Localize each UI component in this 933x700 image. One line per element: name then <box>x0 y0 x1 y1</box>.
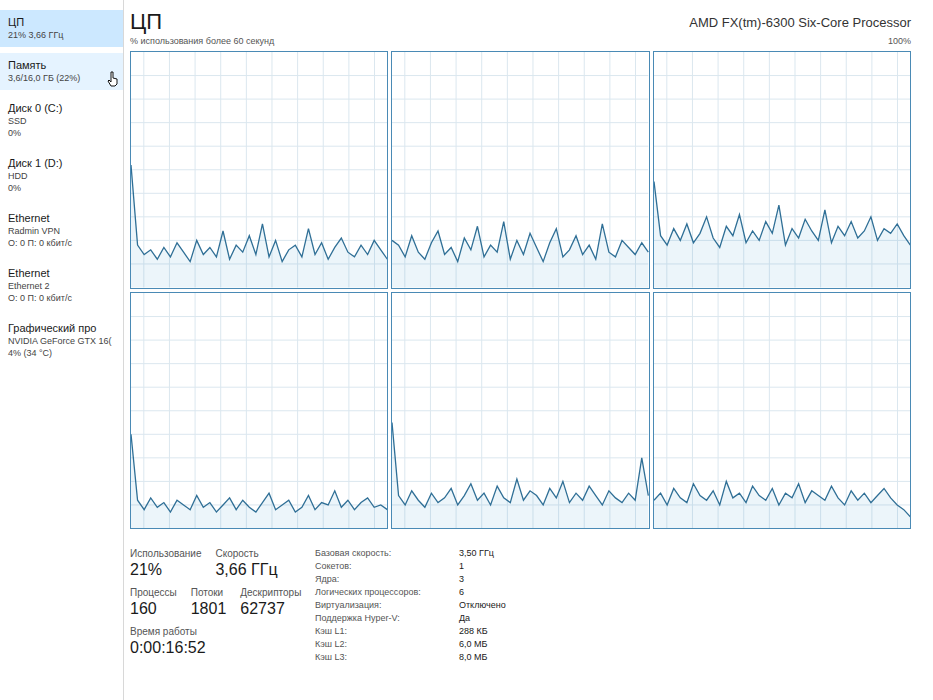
usage-line <box>392 422 648 507</box>
usage-area <box>654 182 910 288</box>
usage-line <box>654 481 910 516</box>
sidebar-item-detail: 0% <box>8 127 119 139</box>
sidebar-item-detail: 21% 3,66 ГГц <box>8 29 119 41</box>
core-charts <box>130 51 911 529</box>
stat: Дескрипторы62737 <box>240 586 301 619</box>
stats-values: Использование21% Скорость3,66 ГГц Процессы… <box>130 547 295 663</box>
sidebar-item-name: Диск 1 (D:) <box>8 156 119 170</box>
sidebar-item[interactable]: Диск 1 (D:)HDD0% <box>0 151 123 200</box>
sidebar-item-name: Память <box>8 58 119 72</box>
panel-title: ЦП <box>130 8 162 36</box>
spec-value: 288 КБ <box>459 625 506 637</box>
sidebar-item-detail: О: 0 П: 0 кбит/с <box>8 237 119 249</box>
specs-table: Базовая скорость: 3,50 ГГц Сокетов: 1 Ядра: 3… <box>315 547 506 663</box>
sidebar-item-name: Диск 0 (C:) <box>8 101 119 115</box>
sidebar-item-name: Ethernet <box>8 211 119 225</box>
core-chart <box>653 292 911 530</box>
core-chart <box>130 51 388 289</box>
spec-label: Поддержка Hyper-V: <box>315 612 445 624</box>
sidebar-item[interactable]: EthernetEthernet 2О: 0 П: 0 кбит/с <box>0 261 123 310</box>
sidebar-item-name: Графический про <box>8 321 119 335</box>
spec-label: Кэш L2: <box>315 638 445 650</box>
spec-value: 8,0 МБ <box>459 651 506 663</box>
stat: Использование21% <box>130 547 201 580</box>
panel-header: ЦП AMD FX(tm)-6300 Six-Core Processor <box>130 6 911 36</box>
sidebar-item-detail: Radmin VPN <box>8 225 119 237</box>
spec-value: 3,50 ГГц <box>459 547 506 559</box>
usage-area <box>131 165 387 287</box>
usage-line <box>131 165 387 262</box>
chart-max-label: 100% <box>888 36 911 49</box>
sidebar: ЦП21% 3,66 ГГц Память3,6/16,0 ГБ (22%) Дис… <box>0 0 124 700</box>
spec-value: Отключено <box>459 599 506 611</box>
sidebar-item[interactable]: Диск 0 (C:)SSD0% <box>0 96 123 145</box>
sidebar-item-detail: NVIDIA GeForce GTX 16( <box>8 335 119 347</box>
spec-label: Виртуализация: <box>315 599 445 611</box>
stat: Скорость3,66 ГГц <box>215 547 277 580</box>
sidebar-item[interactable]: ЦП21% 3,66 ГГц <box>0 10 123 47</box>
chart-caption-row: % использования более 60 секунд 100% <box>130 36 911 49</box>
sidebar-item-detail: 3,6/16,0 ГБ (22%) <box>8 72 119 84</box>
chart-grid <box>392 293 648 529</box>
spec-label: Сокетов: <box>315 560 445 572</box>
usage-area <box>392 222 648 288</box>
task-manager: ЦП21% 3,66 ГГцПамять3,6/16,0 ГБ (22%)Дис… <box>0 0 933 700</box>
chart-grid <box>654 293 910 529</box>
chart-grid <box>392 52 648 288</box>
sidebar-item-name: Ethernet <box>8 266 119 280</box>
core-chart <box>391 292 649 530</box>
usage-area <box>131 434 387 528</box>
chart-caption: % использования более 60 секунд <box>130 36 274 49</box>
usage-line <box>654 182 910 248</box>
stat: Процессы160 <box>130 586 177 619</box>
sidebar-item-detail: О: 0 П: 0 кбит/с <box>8 292 119 304</box>
sidebar-item[interactable]: Графический проNVIDIA GeForce GTX 16(4% … <box>0 316 123 365</box>
usage-line <box>392 222 648 262</box>
spec-label: Базовая скорость: <box>315 547 445 559</box>
spec-value: 1 <box>459 560 506 572</box>
cpu-panel: ЦПAMD FX(tm)-6300 Six-Core Processor% ис… <box>124 0 933 700</box>
stat: Потоки1801 <box>191 586 227 619</box>
core-chart <box>130 292 388 530</box>
spec-value: 6 <box>459 586 506 598</box>
spec-value: Да <box>459 612 506 624</box>
sidebar-item-detail: Ethernet 2 <box>8 280 119 292</box>
spec-value: 6,0 МБ <box>459 638 506 650</box>
sidebar-item-detail: SSD <box>8 115 119 127</box>
sidebar-item[interactable]: EthernetRadmin VPNО: 0 П: 0 кбит/с <box>0 206 123 255</box>
uptime-stat: Время работы0:00:16:52 <box>130 625 206 658</box>
spec-value: 3 <box>459 573 506 585</box>
chart-grid <box>131 52 387 288</box>
spec-label: Ядра: <box>315 573 445 585</box>
sidebar-item-detail: 0% <box>8 182 119 194</box>
chart-grid <box>131 293 387 529</box>
sidebar-item[interactable]: Память3,6/16,0 ГБ (22%) <box>0 53 123 90</box>
sidebar-item-detail: HDD <box>8 170 119 182</box>
sidebar-item-name: ЦП <box>8 15 119 29</box>
mouse-pointer-icon <box>107 71 119 87</box>
spec-label: Кэш L3: <box>315 651 445 663</box>
usage-area <box>392 422 648 528</box>
usage-area <box>654 481 910 528</box>
core-chart <box>391 51 649 289</box>
processor-name: AMD FX(tm)-6300 Six-Core Processor <box>689 15 911 36</box>
sidebar-item-detail: 4% (34 °C) <box>8 347 119 359</box>
spec-label: Логических процессоров: <box>315 586 445 598</box>
spec-label: Кэш L1: <box>315 625 445 637</box>
stats-section: Использование21% Скорость3,66 ГГц Процессы… <box>130 529 911 663</box>
usage-line <box>131 434 387 512</box>
chart-grid <box>654 52 910 288</box>
core-chart <box>653 51 911 289</box>
